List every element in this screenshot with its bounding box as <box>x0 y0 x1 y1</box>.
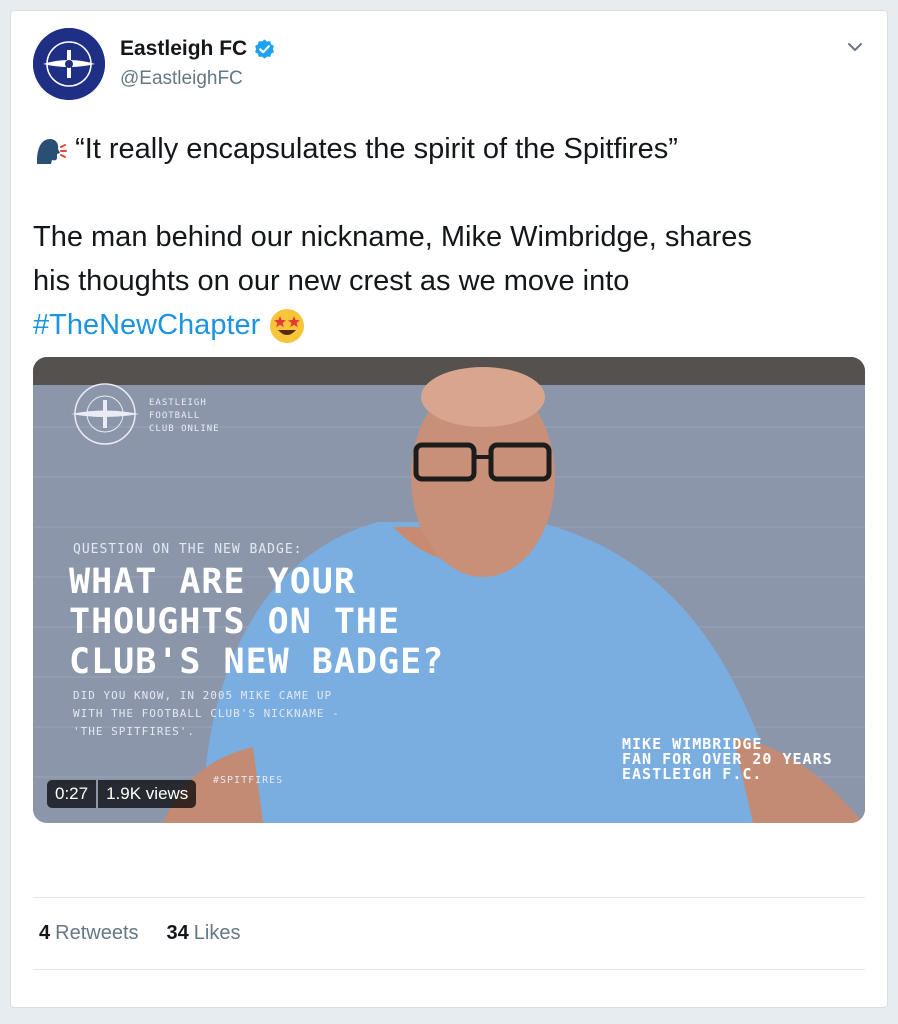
star-struck-icon <box>270 309 305 344</box>
club-crest-icon <box>33 28 105 100</box>
divider <box>33 897 865 898</box>
overlay-brand-line: EASTLEIGH <box>149 398 207 408</box>
tweet-card: Eastleigh FC @EastleighFC “It really enc… <box>10 10 888 1008</box>
overlay-caption-line: EASTLEIGH F.C. <box>622 765 763 783</box>
display-name[interactable]: Eastleigh FC <box>120 37 247 61</box>
overlay-brand-line: FOOTBALL <box>149 411 201 421</box>
tweet-line-2: The man behind our nickname, Mike Wimbri… <box>33 221 752 253</box>
likes-label: Likes <box>193 922 241 944</box>
overlay-brand: EASTLEIGH FOOTBALL CLUB ONLINE <box>149 397 220 436</box>
tweet-text: “It really encapsulates the spirit of th… <box>33 127 873 347</box>
overlay-headline-line: WHAT ARE YOUR <box>69 562 356 602</box>
avatar[interactable] <box>33 28 105 100</box>
overlay-headline-line: CLUB'S NEW BADGE? <box>69 642 445 682</box>
retweets-label: Retweets <box>55 922 139 944</box>
overlay-fact-line: 'THE SPITFIRES'. <box>73 725 195 738</box>
overlay-brand-line: CLUB ONLINE <box>149 424 220 434</box>
divider <box>33 969 865 970</box>
tweet-line-3: his thoughts on our new crest as we move… <box>33 265 630 297</box>
chevron-down-icon[interactable] <box>845 37 865 57</box>
overlay-fact-line: DID YOU KNOW, IN 2005 MIKE CAME UP <box>73 689 333 702</box>
video-badges: 0:27 1.9K views <box>47 780 197 808</box>
speaking-head-icon <box>37 139 67 165</box>
overlay-headline-line: THOUGHTS ON THE <box>69 602 401 642</box>
video-player[interactable]: EASTLEIGH FOOTBALL CLUB ONLINE QUESTION … <box>33 357 865 823</box>
retweets-count: 4 <box>39 922 51 944</box>
overlay-question: QUESTION ON THE NEW BADGE: <box>73 542 303 557</box>
video-duration: 0:27 <box>47 780 97 808</box>
retweets-stat[interactable]: 4 Retweets <box>39 922 139 945</box>
engagement-stats: 4 Retweets 34 Likes <box>39 922 240 945</box>
overlay-fact: DID YOU KNOW, IN 2005 MIKE CAME UP WITH … <box>73 687 340 741</box>
user-handle[interactable]: @EastleighFC <box>120 68 243 90</box>
video-views: 1.9K views <box>98 780 197 808</box>
overlay-headline: WHAT ARE YOUR THOUGHTS ON THE CLUB'S NEW… <box>69 562 444 682</box>
likes-count: 34 <box>166 922 189 944</box>
hashtag-link[interactable]: #TheNewChapter <box>33 309 260 341</box>
likes-stat[interactable]: 34 Likes <box>167 922 241 945</box>
tweet-line-quote: “It really encapsulates the spirit of th… <box>75 133 678 165</box>
verified-badge-icon <box>255 38 275 59</box>
overlay-hashtag: #SPITFIRES <box>213 775 284 786</box>
overlay-caption: MIKE WIMBRIDGE FAN FOR OVER 20 YEARS EAS… <box>622 737 833 782</box>
overlay-fact-line: WITH THE FOOTBALL CLUB'S NICKNAME - <box>73 707 340 720</box>
